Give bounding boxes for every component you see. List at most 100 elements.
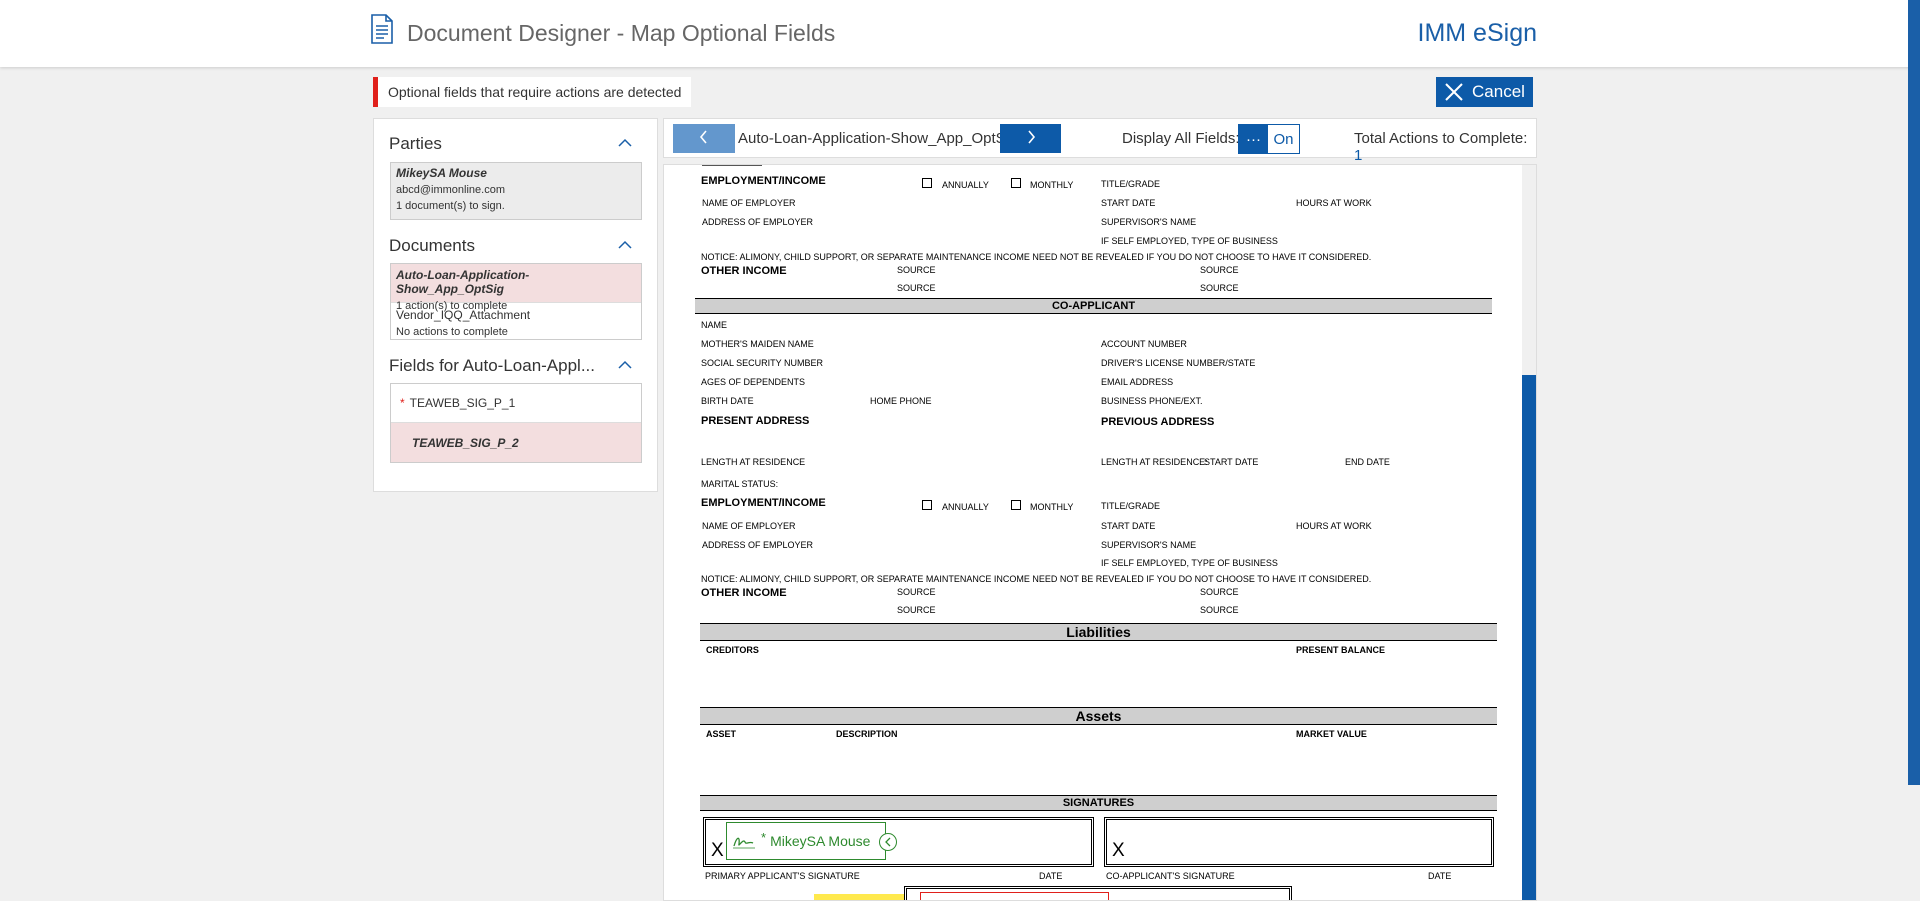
viewer-scrollbar-thumb[interactable] xyxy=(1522,375,1536,900)
total-actions-label: Total Actions to Complete: 1 xyxy=(1354,130,1536,164)
dependents-label: AGES OF DEPENDENTS xyxy=(701,377,806,387)
source-label: SOURCE xyxy=(1200,265,1239,275)
hours-at-work-label: HOURS AT WORK xyxy=(1296,521,1372,531)
ssn-label: SOCIAL SECURITY NUMBER xyxy=(701,358,824,368)
required-marker: * xyxy=(400,396,405,410)
field-item[interactable]: * TEAWEB_SIG_P_1 xyxy=(391,384,641,423)
chevron-left-icon[interactable] xyxy=(879,833,897,851)
current-document-name: Auto-Loan-Application-Show_App_OptSig xyxy=(738,130,1018,147)
source-label: SOURCE xyxy=(1200,605,1239,615)
start-date-label: START DATE xyxy=(1101,198,1156,208)
present-address-heading: PRESENT ADDRESS xyxy=(701,415,810,427)
chevron-up-icon[interactable] xyxy=(616,134,634,152)
fields-section-header[interactable]: Fields for Auto-Loan-Appl... xyxy=(389,356,634,376)
chevron-up-icon[interactable] xyxy=(616,356,634,374)
document-icon xyxy=(371,14,393,44)
brand-logo-text: IMM eSign xyxy=(1417,19,1537,47)
document-viewer[interactable]: EMPLOYMENT/INCOME ANNUALLY MONTHLY TITLE… xyxy=(663,164,1537,901)
optional-signature-field[interactable] xyxy=(920,892,1109,900)
total-actions-text: Total Actions to Complete: xyxy=(1354,130,1528,147)
asset-label: ASSET xyxy=(706,729,737,739)
primary-signature-label: PRIMARY APPLICANT'S SIGNATURE xyxy=(705,871,860,881)
document-item-selected[interactable]: Auto-Loan-Application-Show_App_OptSig 1 … xyxy=(391,264,641,312)
display-all-fields-toggle[interactable]: ··· On xyxy=(1238,124,1300,154)
app-header: Document Designer - Map Optional Fields … xyxy=(0,0,1920,67)
source-label: SOURCE xyxy=(897,587,936,597)
page-scrollbar-thumb[interactable] xyxy=(1908,0,1920,785)
display-all-fields-label: Display All Fields: xyxy=(1122,130,1240,147)
signature-x-mark: X xyxy=(711,840,724,861)
source-label: SOURCE xyxy=(1200,587,1239,597)
co-signature-label: CO-APPLICANT'S SIGNATURE xyxy=(1106,871,1235,881)
toggle-handle[interactable]: ··· xyxy=(1239,125,1268,153)
annually-label: ANNUALLY xyxy=(942,180,989,190)
business-phone-label: BUSINESS PHONE/EXT. xyxy=(1101,396,1203,406)
page-title: Document Designer - Map Optional Fields xyxy=(407,20,836,46)
title-grade-label: TITLE/GRADE xyxy=(1101,179,1161,189)
monthly-label: MONTHLY xyxy=(1030,180,1074,190)
document-item[interactable]: Vendor_IQQ_Attachment No actions to comp… xyxy=(391,302,641,340)
annually-checkbox[interactable] xyxy=(922,500,932,510)
monthly-label: MONTHLY xyxy=(1030,502,1074,512)
chevron-left-icon xyxy=(699,130,707,144)
notice-text: NOTICE: ALIMONY, CHILD SUPPORT, OR SEPAR… xyxy=(701,574,1372,584)
previous-address-heading: PREVIOUS ADDRESS xyxy=(1101,416,1215,428)
monthly-checkbox[interactable] xyxy=(1011,178,1021,188)
document-toolbar: Auto-Loan-Application-Show_App_OptSig Di… xyxy=(663,118,1537,164)
maiden-name-label: MOTHER'S MAIDEN NAME xyxy=(701,339,814,349)
source-label: SOURCE xyxy=(897,265,936,275)
account-number-label: ACCOUNT NUMBER xyxy=(1101,339,1187,349)
previous-document-button[interactable] xyxy=(673,124,735,153)
start-date-label: START DATE xyxy=(1204,457,1259,467)
field-item-selected[interactable]: TEAWEB_SIG_P_2 xyxy=(391,423,641,462)
toggle-state[interactable]: On xyxy=(1268,125,1299,153)
document-page: EMPLOYMENT/INCOME ANNUALLY MONTHLY TITLE… xyxy=(664,165,1522,900)
co-signature-box[interactable]: X xyxy=(1104,817,1494,867)
signature-pen-icon xyxy=(733,837,755,849)
coapp-name-label: NAME xyxy=(701,320,728,330)
viewer-scrollbar[interactable] xyxy=(1522,165,1536,900)
close-icon xyxy=(1445,83,1463,101)
coapplicant-heading: CO-APPLICANT xyxy=(695,298,1492,314)
required-marker: * xyxy=(761,829,767,845)
party-name: MikeySA Mouse xyxy=(396,166,487,180)
signer-name: MikeySA Mouse xyxy=(770,833,871,849)
self-employed-label: IF SELF EMPLOYED, TYPE OF BUSINESS xyxy=(1101,558,1278,568)
document-name: Auto-Loan-Application-Show_App_OptSig xyxy=(396,268,530,296)
supervisors-name-label: SUPERVISOR'S NAME xyxy=(1101,217,1197,227)
documents-section-header[interactable]: Documents xyxy=(389,236,634,256)
sidebar-panel: Parties MikeySA Mouse abcd@immonline.com… xyxy=(373,118,658,492)
party-card[interactable]: MikeySA Mouse abcd@immonline.com 1 docum… xyxy=(390,162,642,220)
self-employed-label: IF SELF EMPLOYED, TYPE OF BUSINESS xyxy=(1101,236,1278,246)
chevron-right-icon xyxy=(1027,130,1035,144)
source-label: SOURCE xyxy=(897,605,936,615)
signature-field-primary[interactable]: * MikeySA Mouse xyxy=(726,822,897,860)
warning-alert: Optional fields that require actions are… xyxy=(373,77,692,107)
start-date-label: START DATE xyxy=(1101,521,1156,531)
page-scrollbar[interactable] xyxy=(1908,0,1920,901)
address-of-employer-label: ADDRESS OF EMPLOYER xyxy=(702,217,814,227)
home-phone-label: HOME PHONE xyxy=(870,396,932,406)
annually-checkbox[interactable] xyxy=(922,178,932,188)
documents-list: Auto-Loan-Application-Show_App_OptSig 1 … xyxy=(390,263,642,340)
cancel-button[interactable]: Cancel xyxy=(1436,77,1533,107)
supervisors-name-label: SUPERVISOR'S NAME xyxy=(1101,540,1197,550)
documents-heading: Documents xyxy=(389,236,475,255)
chevron-up-icon[interactable] xyxy=(616,236,634,254)
next-document-button[interactable] xyxy=(1000,124,1061,153)
fields-heading: Fields for Auto-Loan-Appl... xyxy=(389,356,596,375)
document-name: Vendor_IQQ_Attachment xyxy=(396,308,531,322)
liabilities-heading: Liabilities xyxy=(700,623,1497,641)
highlighted-field[interactable] xyxy=(814,894,914,900)
length-residence-label: LENGTH AT RESIDENCE xyxy=(701,457,806,467)
name-of-employer-label: NAME OF EMPLOYER xyxy=(702,198,796,208)
employment-heading: EMPLOYMENT/INCOME xyxy=(701,175,826,187)
document-status: No actions to complete xyxy=(396,326,508,338)
parties-section-header[interactable]: Parties xyxy=(389,134,634,154)
alert-message: Optional fields that require actions are… xyxy=(388,84,682,100)
monthly-checkbox[interactable] xyxy=(1011,500,1021,510)
end-date-label: END DATE xyxy=(1345,457,1390,467)
title-grade-label: TITLE/GRADE xyxy=(1101,501,1161,511)
annually-label: ANNUALLY xyxy=(942,502,989,512)
signatures-heading: SIGNATURES xyxy=(700,795,1497,811)
